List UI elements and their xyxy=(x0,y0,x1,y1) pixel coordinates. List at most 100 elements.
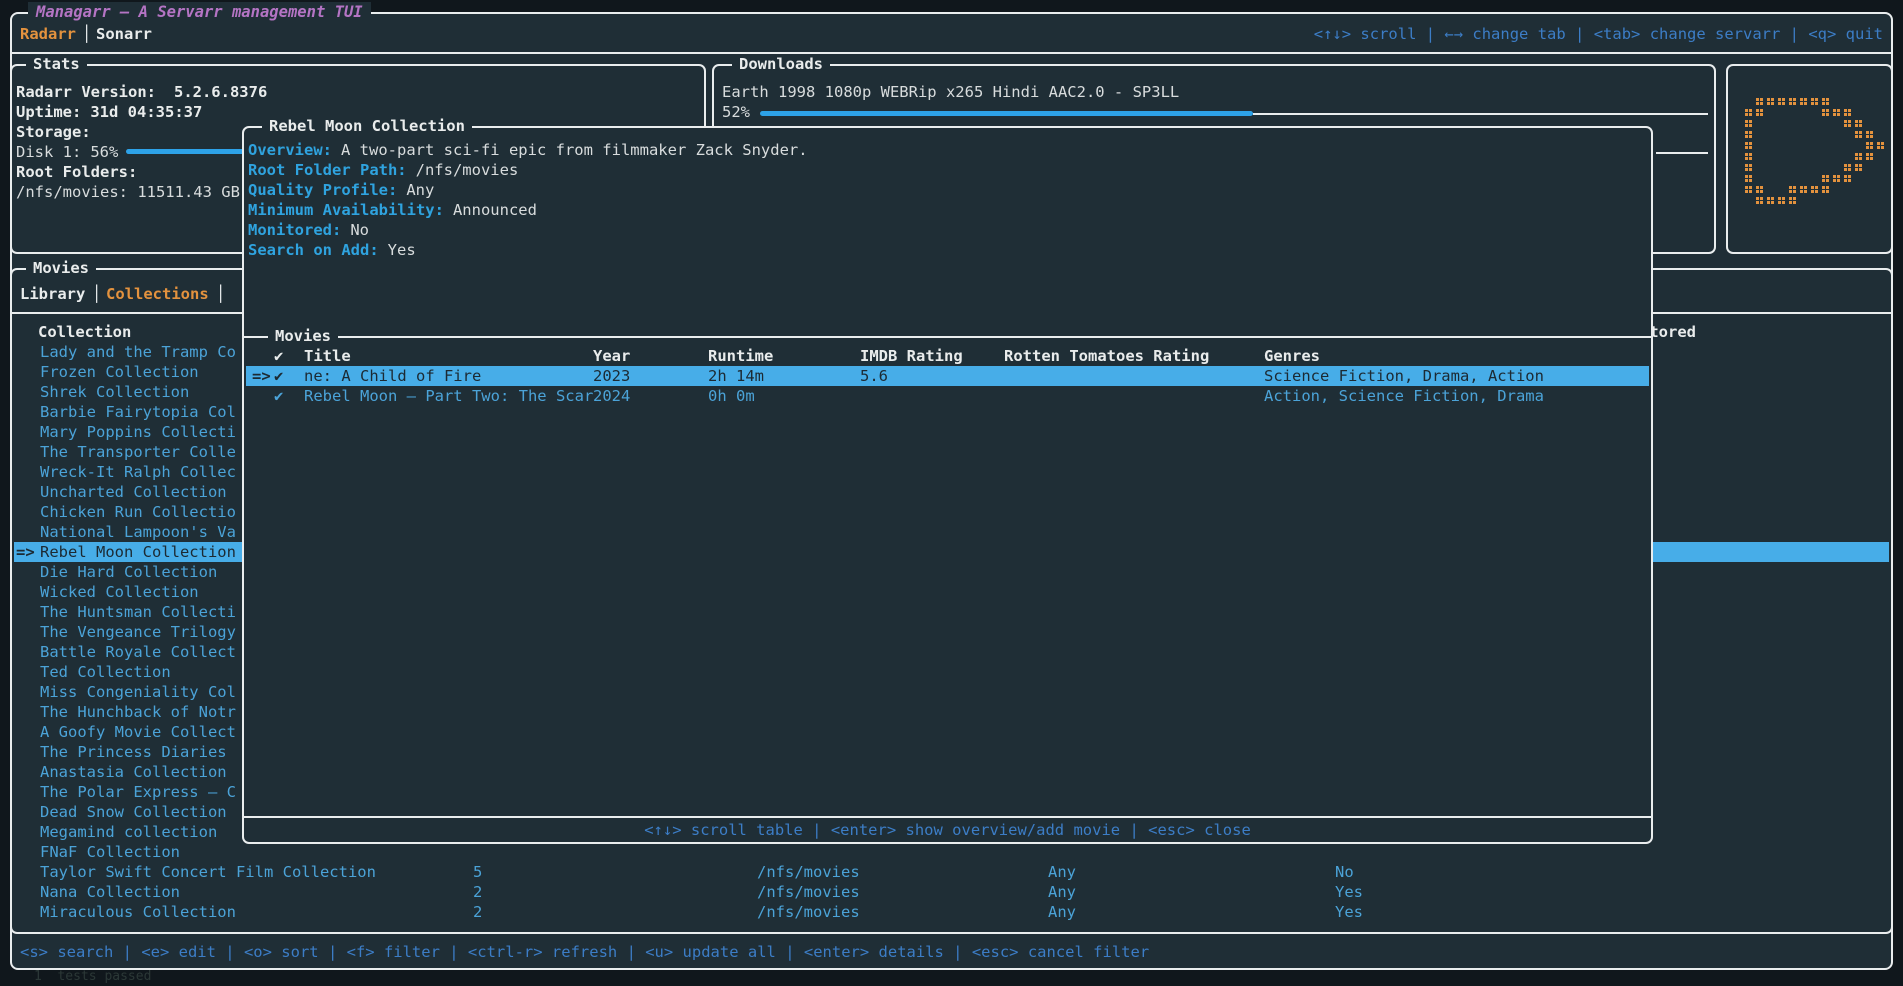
collection-name: Miraculous Collection xyxy=(40,902,236,922)
logo-dot xyxy=(1877,142,1880,145)
logo-dot xyxy=(1745,109,1748,112)
logo-dot xyxy=(1745,153,1748,156)
collection-row[interactable]: Nana Collection2/nfs/moviesAnyYes xyxy=(14,882,1889,902)
stats-storage-label: Storage: xyxy=(16,122,91,142)
logo-dot xyxy=(1855,131,1858,134)
collection-row[interactable]: FNaF Collection xyxy=(14,842,1889,862)
collection-quality-profile: Any xyxy=(1048,882,1076,902)
logo-dot xyxy=(1811,186,1814,189)
collection-row[interactable]: Miraculous Collection2/nfs/moviesAnyYes xyxy=(14,902,1889,922)
collection-row[interactable]: Taylor Swift Concert Film Collection5/nf… xyxy=(14,862,1889,882)
logo-dot xyxy=(1866,131,1869,134)
movie-monitored-check: ✔ xyxy=(274,386,283,406)
stats-disk-percent: 56% xyxy=(90,143,118,161)
collection-name: The Vengeance Trilogy xyxy=(40,622,236,642)
logo-dot xyxy=(1822,186,1825,189)
collection-name: Taylor Swift Concert Film Collection xyxy=(40,862,376,882)
logo-dot xyxy=(1789,197,1792,200)
header-imdb-rating: IMDB Rating xyxy=(860,346,963,366)
modal-table-header-row: ✔TitleYearRuntimeIMDB RatingRotten Tomat… xyxy=(246,346,1649,366)
collection-name: Lady and the Tramp Co xyxy=(40,342,236,362)
collection-name: Miss Congeniality Col xyxy=(40,682,236,702)
collection-search-on-add: Yes xyxy=(1335,902,1363,922)
tab-sonarr[interactable]: Sonarr xyxy=(96,24,152,44)
movie-monitored-check: ✔ xyxy=(274,366,283,386)
logo-dot xyxy=(1866,153,1869,156)
logo-dot xyxy=(1822,109,1825,112)
download-item-title: Earth 1998 1080p WEBRip x265 Hindi AAC2.… xyxy=(722,82,1179,102)
logo-dot xyxy=(1855,120,1858,123)
header-check: ✔ xyxy=(274,346,283,366)
stats-rootfolders-label: Root Folders: xyxy=(16,162,137,182)
download-item-percent: 52% xyxy=(722,102,750,122)
collection-name: Uncharted Collection xyxy=(40,482,227,502)
header-year: Year xyxy=(593,346,630,366)
collection-name: Wicked Collection xyxy=(40,582,199,602)
logo-dot xyxy=(1822,175,1825,178)
collection-name: The Polar Express – C xyxy=(40,782,236,802)
collection-name: Wreck-It Ralph Collec xyxy=(40,462,236,482)
stats-disk-label: Disk 1: xyxy=(16,143,81,161)
movies-panel-title: Movies xyxy=(26,258,96,278)
selected-row-marker: => xyxy=(252,366,271,386)
logo-dot xyxy=(1745,186,1748,189)
modal-movies-divider-bottom xyxy=(244,816,1651,818)
logo-dot xyxy=(1789,98,1792,101)
bottom-keybinds-help: <s> search | <e> edit | <o> sort | <f> f… xyxy=(20,942,1149,962)
collection-name: Battle Royale Collect xyxy=(40,642,236,662)
logo-dot xyxy=(1756,186,1759,189)
collection-name: National Lampoon's Va xyxy=(40,522,236,542)
header-rotten-tomatoes-rating: Rotten Tomatoes Rating xyxy=(1004,346,1209,366)
collection-name: The Transporter Colle xyxy=(40,442,236,462)
stats-version-line: Radarr Version:5.2.6.8376 xyxy=(16,82,267,102)
logo-dot xyxy=(1745,164,1748,167)
download-progress-gauge-rest xyxy=(1253,113,1708,115)
collection-quality-profile: Any xyxy=(1048,862,1076,882)
radarr-ascii-logo-icon xyxy=(1734,98,1888,208)
logo-dot xyxy=(1833,175,1836,178)
downloads-panel-title: Downloads xyxy=(732,54,830,74)
logo-dot xyxy=(1767,197,1770,200)
logo-dot xyxy=(1789,186,1792,189)
terminal-background: 1 tests passed Managarr – A Servarr mana… xyxy=(0,0,1903,986)
logo-dot xyxy=(1866,142,1869,145)
movie-genres: Action, Science Fiction, Drama xyxy=(1264,386,1544,406)
collection-count: 2 xyxy=(473,882,482,902)
logo-dot xyxy=(1745,175,1748,178)
logo-dot xyxy=(1844,164,1847,167)
modal-movie-row[interactable]: =>✔ne: A Child of Fire20232h 14m5.6Scien… xyxy=(246,366,1649,386)
collection-name: Dead Snow Collection xyxy=(40,802,227,822)
collection-name: A Goofy Movie Collect xyxy=(40,722,236,742)
modal-title: Rebel Moon Collection xyxy=(262,116,472,136)
collection-name: The Huntsman Collecti xyxy=(40,602,236,622)
logo-dot xyxy=(1767,98,1770,101)
collection-count: 2 xyxy=(473,902,482,922)
stats-rootfolder-value: /nfs/movies: 11511.43 GB xyxy=(16,182,240,202)
logo-dot xyxy=(1778,197,1781,200)
stats-uptime-value: 31d 04:35:37 xyxy=(90,103,202,121)
collection-name: Shrek Collection xyxy=(40,382,189,402)
tab-radarr[interactable]: Radarr xyxy=(20,24,76,44)
collection-root-folder: /nfs/movies xyxy=(757,882,860,902)
logo-dot xyxy=(1822,98,1825,101)
logo-dot xyxy=(1756,98,1759,101)
logo-dot xyxy=(1800,186,1803,189)
logo-dot xyxy=(1855,153,1858,156)
logo-dot xyxy=(1756,109,1759,112)
collection-search-on-add: No xyxy=(1335,862,1354,882)
logo-dot xyxy=(1745,131,1748,134)
collection-root-folder: /nfs/movies xyxy=(757,862,860,882)
movie-runtime: 2h 14m xyxy=(708,366,764,386)
stats-uptime-label: Uptime: xyxy=(16,103,81,121)
logo-dot xyxy=(1756,197,1759,200)
collection-name: Chicken Run Collectio xyxy=(40,502,236,522)
logo-dot xyxy=(1800,98,1803,101)
collection-name: Mary Poppins Collecti xyxy=(40,422,236,442)
modal-movie-row[interactable]: ✔Rebel Moon – Part Two: The Scar20240h 0… xyxy=(246,386,1649,406)
modal-movies-title: Movies xyxy=(268,326,338,346)
collection-name: Barbie Fairytopia Col xyxy=(40,402,236,422)
logo-dot xyxy=(1778,98,1781,101)
collection-name: The Princess Diaries xyxy=(40,742,227,762)
collection-name: The Hunchback of Notr xyxy=(40,702,236,722)
stats-panel-title: Stats xyxy=(26,54,87,74)
